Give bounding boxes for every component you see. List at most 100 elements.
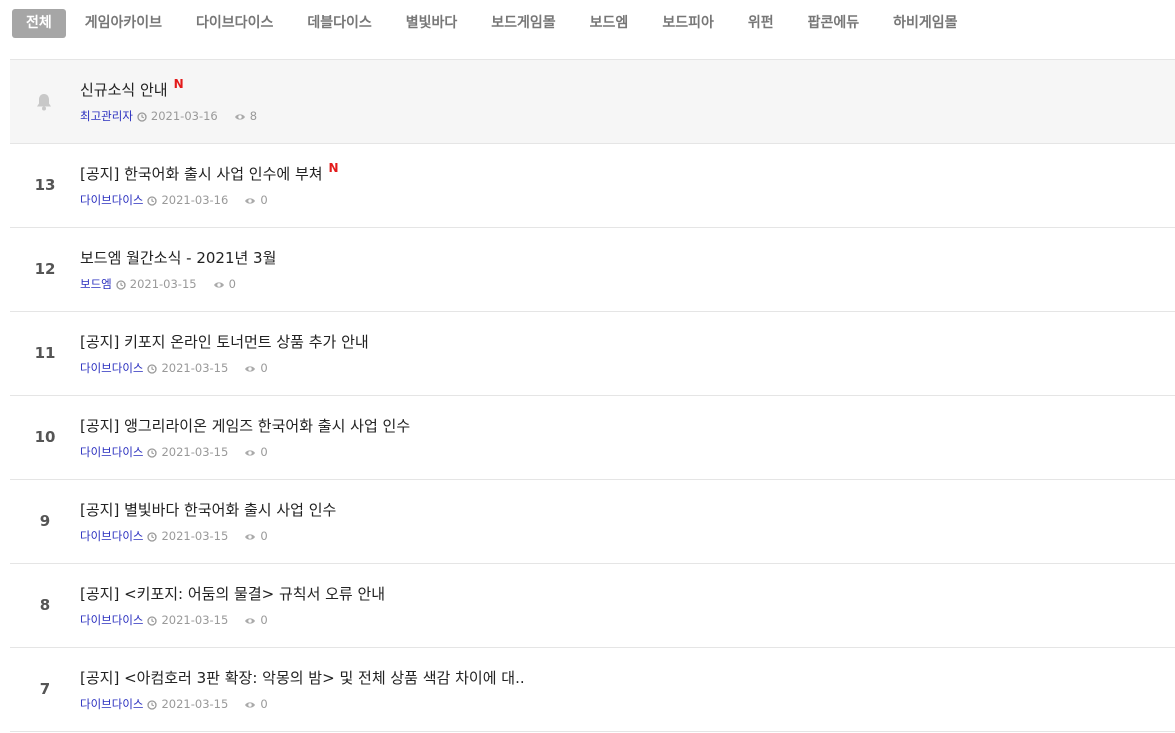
author-link[interactable]: 다이브다이스	[80, 696, 143, 712]
view-count: 0	[244, 613, 268, 627]
view-count-value: 0	[228, 277, 236, 291]
author-link[interactable]: 최고관리자	[80, 108, 133, 124]
author-link[interactable]: 다이브다이스	[80, 528, 143, 544]
view-count: 0	[244, 193, 268, 207]
post-list: 신규소식 안내 N 최고관리자 2021-03-16 8 13 [공지] 한국어화…	[10, 59, 1175, 732]
post-meta: 다이브다이스 2021-03-16 0	[80, 192, 268, 208]
author-link[interactable]: 다이브다이스	[80, 444, 143, 460]
post-number: 8	[39, 596, 51, 614]
post-meta: 다이브다이스 2021-03-15 0	[80, 444, 268, 460]
view-count-value: 0	[260, 361, 268, 375]
post-row: 8 [공지] <키포지: 어둠의 물결> 규칙서 오류 안내 다이브다이스 20…	[10, 564, 1175, 648]
post-meta: 다이브다이스 2021-03-15 0	[80, 612, 268, 628]
tab-boardgame-mall[interactable]: 보드게임몰	[474, 9, 572, 38]
bell-icon	[34, 92, 54, 112]
clock-icon	[147, 195, 158, 206]
tab-devildice[interactable]: 데블다이스	[290, 9, 388, 38]
author-link[interactable]: 다이브다이스	[80, 612, 143, 628]
post-row: 9 [공지] 별빛바다 한국어화 출시 사업 인수 다이브다이스 2021-03…	[10, 480, 1175, 564]
post-title-link[interactable]: [공지] <키포지: 어둠의 물결> 규칙서 오류 안내	[80, 583, 385, 604]
eye-icon	[244, 699, 256, 709]
clock-icon	[147, 363, 158, 374]
category-tabs: 전체 게임아카이브 다이브다이스 데블다이스 별빛바다 보드게임몰 보드엠 보드…	[12, 9, 975, 38]
post-meta: 보드엠 2021-03-15 0	[80, 276, 236, 292]
tab-popcorn-edu[interactable]: 팝콘에듀	[791, 9, 877, 38]
tab-starlight-sea[interactable]: 별빛바다	[389, 9, 475, 38]
clock-icon	[147, 615, 158, 626]
post-title-link[interactable]: [공지] 한국어화 출시 사업 인수에 부쳐 N	[80, 161, 339, 184]
clock-icon	[147, 699, 158, 710]
post-title-link[interactable]: [공지] 별빛바다 한국어화 출시 사업 인수	[80, 499, 336, 520]
author-link[interactable]: 보드엠	[80, 276, 112, 292]
view-count: 8	[234, 109, 257, 123]
tab-boardm[interactable]: 보드엠	[573, 9, 646, 38]
post-title-link[interactable]: 신규소식 안내 N	[80, 77, 184, 100]
post-meta: 다이브다이스 2021-03-15 0	[80, 360, 268, 376]
tab-all[interactable]: 전체	[12, 9, 66, 38]
tab-wefun[interactable]: 위펀	[731, 9, 791, 38]
post-number: 7	[39, 680, 51, 698]
view-count-value: 0	[260, 529, 268, 543]
post-number: 13	[34, 176, 56, 194]
author-link[interactable]: 다이브다이스	[80, 192, 143, 208]
clock-icon	[147, 531, 158, 542]
post-row: 7 [공지] <아컴호러 3판 확장: 악몽의 밤> 및 전체 상품 색감 차이…	[10, 648, 1175, 732]
view-count: 0	[213, 277, 236, 291]
tab-hobby-game-mall[interactable]: 하비게임몰	[876, 9, 974, 38]
post-title: [공지] 앵그리라이온 게임즈 한국어화 출시 사업 인수	[80, 417, 411, 435]
clock-icon	[116, 279, 126, 290]
post-title: [공지] <아컴호러 3판 확장: 악몽의 밤> 및 전체 상품 색감 차이에 …	[80, 669, 525, 687]
post-meta: 다이브다이스 2021-03-15 0	[80, 528, 268, 544]
clock-icon	[147, 447, 158, 458]
post-title: 보드엠 월간소식 - 2021년 3월	[80, 249, 277, 267]
eye-icon	[244, 531, 256, 541]
post-title-link[interactable]: [공지] 앵그리라이온 게임즈 한국어화 출시 사업 인수	[80, 415, 410, 436]
view-count-value: 0	[260, 697, 268, 711]
post-date: 2021-03-15	[161, 529, 229, 543]
eye-icon	[234, 111, 246, 121]
new-badge: N	[173, 77, 184, 91]
view-count-value: 0	[260, 445, 268, 459]
post-date: 2021-03-16	[150, 109, 218, 123]
post-title-link[interactable]: 보드엠 월간소식 - 2021년 3월	[80, 247, 276, 268]
post-row: 13 [공지] 한국어화 출시 사업 인수에 부쳐 N 다이브다이스 2021-0…	[10, 144, 1175, 228]
tab-divedice[interactable]: 다이브다이스	[179, 9, 290, 38]
post-date: 2021-03-16	[161, 193, 229, 207]
post-title: [공지] 한국어화 출시 사업 인수에 부쳐	[80, 165, 323, 183]
eye-icon	[244, 195, 256, 205]
post-date: 2021-03-15	[161, 445, 229, 459]
view-count-value: 0	[260, 193, 268, 207]
post-meta: 최고관리자 2021-03-16 8	[80, 108, 257, 124]
view-count-value: 8	[249, 109, 258, 123]
eye-icon	[244, 447, 256, 457]
post-title: 신규소식 안내	[80, 81, 168, 99]
post-number: 11	[34, 344, 56, 362]
post-title-link[interactable]: [공지] <아컴호러 3판 확장: 악몽의 밤> 및 전체 상품 색감 차이에 …	[80, 667, 525, 688]
view-count: 0	[244, 529, 268, 543]
tab-game-archive[interactable]: 게임아카이브	[68, 9, 179, 38]
post-row: 12 보드엠 월간소식 - 2021년 3월 보드엠 2021-03-15 0	[10, 228, 1175, 312]
post-date: 2021-03-15	[129, 277, 197, 291]
post-number: 10	[34, 428, 56, 446]
view-count: 0	[244, 697, 268, 711]
post-number: 9	[39, 512, 51, 530]
new-badge: N	[328, 161, 339, 175]
post-date: 2021-03-15	[161, 697, 229, 711]
eye-icon	[244, 363, 256, 373]
post-title: [공지] 키포지 온라인 토너먼트 상품 추가 안내	[80, 333, 369, 351]
post-number: 12	[34, 260, 56, 278]
post-title: [공지] <키포지: 어둠의 물결> 규칙서 오류 안내	[80, 585, 386, 603]
tab-boardpia[interactable]: 보드피아	[645, 9, 731, 38]
post-title-link[interactable]: [공지] 키포지 온라인 토너먼트 상품 추가 안내	[80, 331, 369, 352]
author-link[interactable]: 다이브다이스	[80, 360, 143, 376]
view-count-value: 0	[260, 613, 268, 627]
notice-row: 신규소식 안내 N 최고관리자 2021-03-16 8	[10, 60, 1175, 144]
view-count: 0	[244, 445, 268, 459]
eye-icon	[244, 615, 256, 625]
post-meta: 다이브다이스 2021-03-15 0	[80, 696, 268, 712]
post-date: 2021-03-15	[161, 613, 229, 627]
post-row: 11 [공지] 키포지 온라인 토너먼트 상품 추가 안내 다이브다이스 202…	[10, 312, 1175, 396]
clock-icon	[137, 111, 147, 122]
eye-icon	[213, 279, 225, 289]
post-row: 10 [공지] 앵그리라이온 게임즈 한국어화 출시 사업 인수 다이브다이스 …	[10, 396, 1175, 480]
